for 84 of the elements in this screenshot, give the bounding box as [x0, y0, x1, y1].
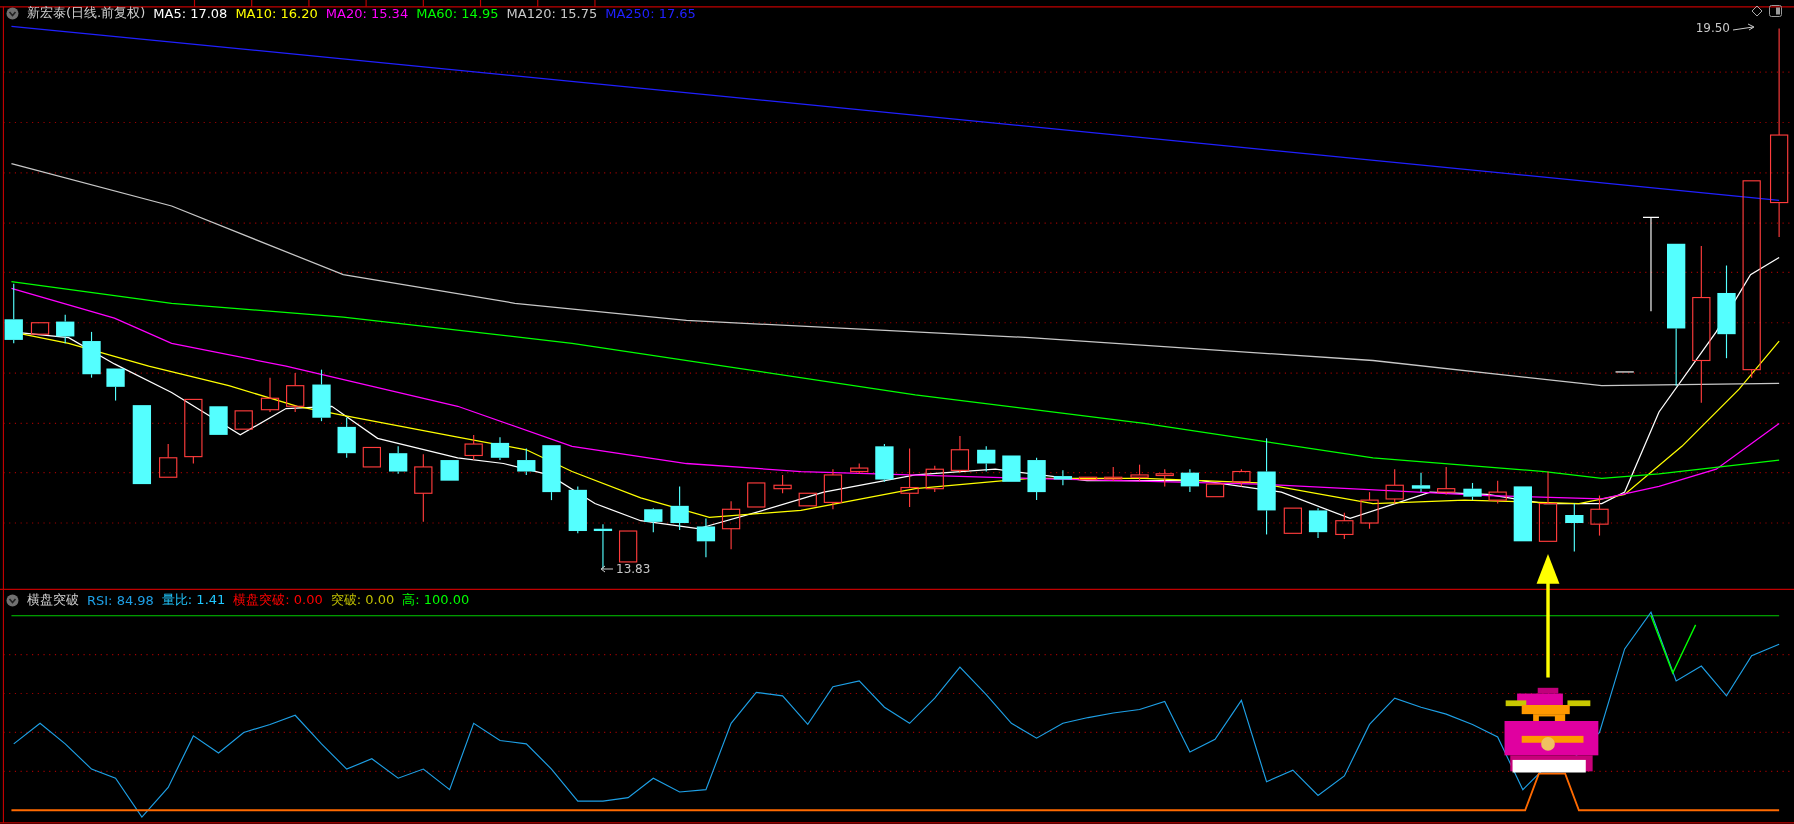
candlestick	[1411, 472, 1431, 493]
candlestick	[977, 445, 996, 473]
candlestick	[1308, 507, 1328, 539]
candlestick	[312, 369, 331, 422]
candlestick	[1078, 476, 1098, 481]
candlestick	[823, 468, 843, 510]
candlestick	[4, 283, 23, 344]
candlestick	[1513, 486, 1532, 542]
candlestick	[1053, 469, 1073, 486]
candlestick	[1463, 482, 1482, 501]
candlestick	[362, 446, 381, 468]
candlestick	[159, 443, 178, 478]
candlestick	[644, 507, 663, 533]
candlestick	[850, 462, 869, 475]
diamond-icon[interactable]	[1751, 5, 1763, 17]
candlestick	[542, 445, 561, 501]
indicator-value: MA120: 15.75	[506, 5, 598, 21]
chart-title: 横盘突破	[27, 591, 79, 609]
dropdown-icon[interactable]	[6, 6, 19, 20]
candlestick	[1335, 512, 1354, 540]
candlestick	[82, 331, 101, 379]
candlestick	[1437, 466, 1456, 495]
candlestick	[773, 474, 792, 494]
candlestick	[1002, 455, 1021, 482]
indicator-value: 量比: 1.41	[161, 591, 226, 609]
candlestick	[925, 465, 944, 493]
candlestick	[337, 417, 356, 459]
panel-toggle-icon[interactable]	[1769, 5, 1782, 17]
candlestick	[56, 314, 75, 344]
candlestick	[798, 492, 817, 507]
indicator-value: 高: 100.00	[402, 591, 470, 609]
candlestick	[1104, 466, 1123, 482]
candlestick	[464, 434, 483, 461]
candlestick	[1283, 507, 1302, 534]
candlestick	[517, 448, 536, 476]
candlestick	[1488, 480, 1507, 505]
candlestick	[568, 485, 587, 534]
candlestick	[389, 445, 408, 475]
candlestick	[209, 406, 228, 435]
candlestick	[260, 377, 280, 413]
high-price-label: 19.50	[1695, 21, 1730, 35]
candlestick	[1027, 457, 1046, 501]
indicator-value: MA20: 15.34	[325, 5, 409, 21]
candlestick	[184, 398, 203, 465]
chart-title: 新宏泰(日线.前复权)	[27, 4, 146, 22]
pointer-arrow-icon	[600, 564, 614, 574]
candlestick	[1130, 464, 1149, 482]
candlestick	[106, 368, 125, 402]
candlestick	[490, 436, 510, 461]
indicator-value: MA10: 16.20	[235, 5, 318, 21]
candlestick	[30, 322, 50, 335]
dropdown-icon[interactable]	[6, 593, 19, 607]
candlestick	[1385, 468, 1404, 505]
candlestick	[1232, 468, 1251, 487]
candlestick	[1590, 494, 1609, 537]
candlestick	[900, 448, 919, 508]
candlestick	[1180, 468, 1200, 493]
candlestick	[1614, 371, 1635, 373]
candlestick	[747, 482, 766, 508]
candlestick	[950, 435, 970, 474]
candlestick	[440, 460, 459, 481]
indicator-value: MA250: 17.65	[605, 5, 696, 21]
indicator-value: MA5: 17.08	[153, 5, 228, 21]
candlestick	[286, 372, 305, 413]
candlestick	[234, 410, 253, 430]
candlestick	[1155, 468, 1174, 487]
indicator-value: 突破: 0.00	[330, 591, 395, 609]
candlestick	[1205, 483, 1225, 498]
candlestick	[875, 443, 894, 483]
pointer-arrow-icon	[1732, 23, 1756, 33]
indicator-value: MA60: 14.95	[416, 5, 499, 21]
indicator-value: RSI: 84.98	[87, 592, 154, 608]
candlestick	[1538, 470, 1558, 542]
indicator-value: 横盘突破: 0.00	[233, 591, 323, 609]
candlestick	[670, 485, 689, 531]
low-price-label: 13.83	[616, 562, 651, 576]
candlestick	[696, 517, 716, 558]
candlestick	[414, 453, 433, 523]
candlestick	[1565, 503, 1584, 553]
candlestick	[721, 500, 741, 550]
high-signal-line	[1650, 615, 1697, 675]
candlestick	[618, 530, 638, 563]
candlestick	[593, 523, 613, 570]
candlestick	[1360, 491, 1379, 530]
